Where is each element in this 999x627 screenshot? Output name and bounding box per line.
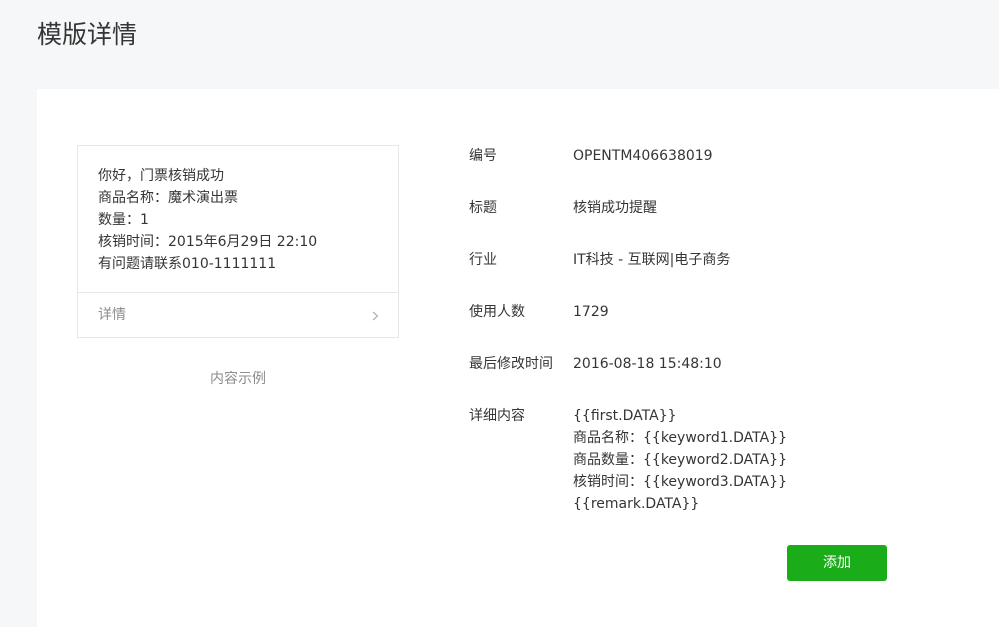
detail-label-usage-count: 使用人数 [469, 304, 525, 320]
preview-line: 商品名称：魔术演出票 [98, 190, 238, 206]
detail-label-id: 编号 [469, 148, 497, 164]
add-template-button[interactable]: 添加 [787, 545, 887, 581]
content-line: 商品数量：{{keyword2.DATA}} [573, 452, 787, 468]
detail-value-title: 核销成功提醒 [573, 200, 657, 216]
detail-value-industry: IT科技 - 互联网|电子商务 [573, 252, 731, 268]
preview-line: 核销时间：2015年6月29日 22:10 [98, 234, 318, 250]
page-title: 模版详情 [37, 20, 138, 49]
chevron-right-icon [372, 311, 379, 321]
preview-line: 数量：1 [98, 212, 149, 228]
preview-details-label: 详情 [98, 307, 126, 323]
detail-value-modified-time: 2016-08-18 15:48:10 [573, 356, 722, 372]
detail-label-title: 标题 [469, 200, 497, 216]
message-preview-body: 你好，门票核销成功 商品名称：魔术演出票 数量：1 核销时间：2015年6月29… [98, 165, 378, 275]
detail-label-content: 详细内容 [469, 408, 525, 424]
preview-details-link[interactable]: 详情 [78, 292, 398, 338]
preview-line: 你好，门票核销成功 [98, 168, 224, 184]
content-line: 核销时间：{{keyword3.DATA}} [573, 474, 787, 490]
content-line: {{first.DATA}} [573, 408, 677, 424]
detail-value-usage-count: 1729 [573, 304, 609, 320]
preview-caption: 内容示例 [210, 371, 266, 387]
detail-value-content: {{first.DATA}} 商品名称：{{keyword1.DATA}} 商品… [573, 405, 787, 515]
detail-label-modified-time: 最后修改时间 [469, 356, 553, 372]
message-preview-card: 你好，门票核销成功 商品名称：魔术演出票 数量：1 核销时间：2015年6月29… [77, 145, 399, 338]
content-line: 商品名称：{{keyword1.DATA}} [573, 430, 787, 446]
content-line: {{remark.DATA}} [573, 496, 700, 512]
template-detail-panel: 你好，门票核销成功 商品名称：魔术演出票 数量：1 核销时间：2015年6月29… [37, 89, 999, 627]
preview-line: 有问题请联系010-1111111 [98, 256, 277, 272]
detail-value-id: OPENTM406638019 [573, 148, 713, 164]
detail-label-industry: 行业 [469, 252, 497, 268]
